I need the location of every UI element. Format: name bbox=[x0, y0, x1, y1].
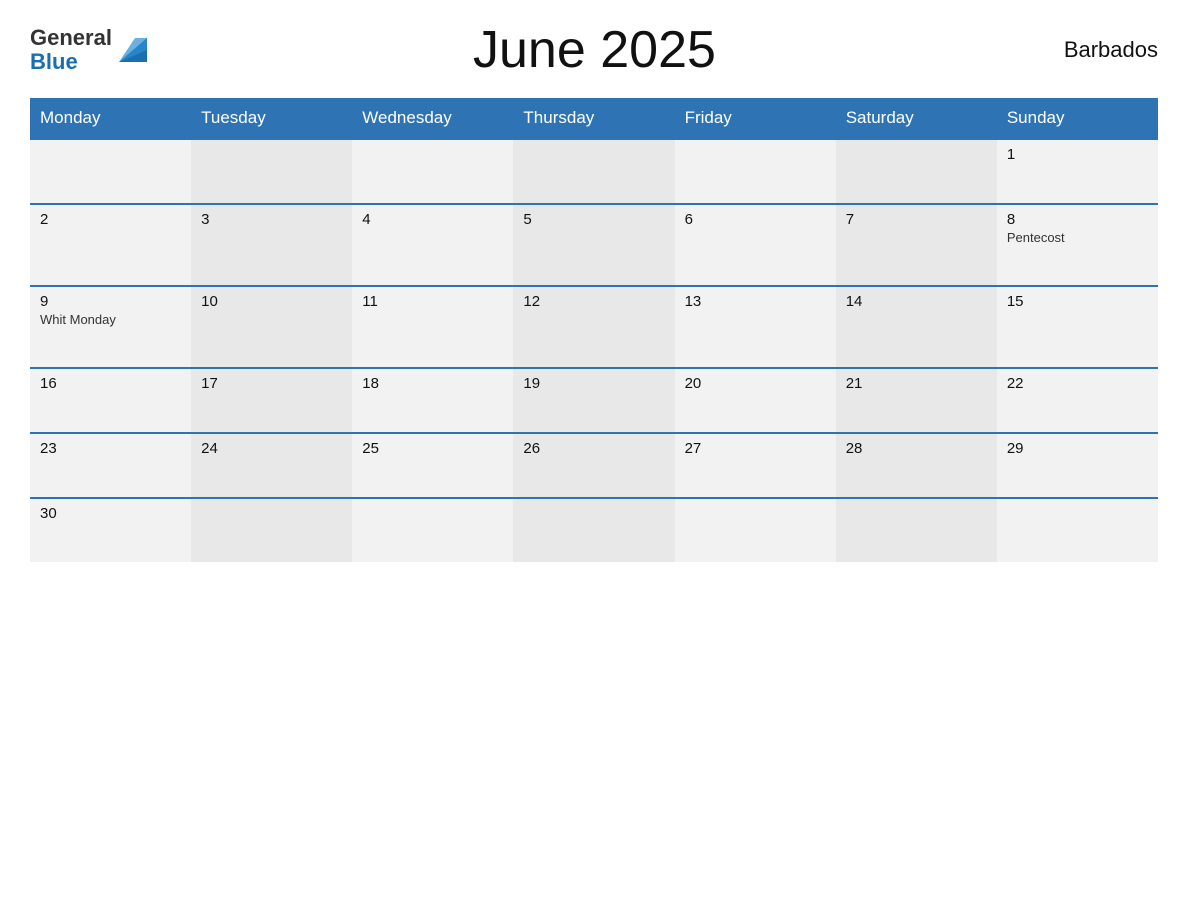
header-saturday: Saturday bbox=[836, 98, 997, 139]
calendar-day-cell: 29 bbox=[997, 433, 1158, 498]
day-number: 19 bbox=[523, 375, 664, 392]
day-number: 4 bbox=[362, 211, 503, 228]
calendar-day-cell: 19 bbox=[513, 368, 674, 433]
weekday-header-row: Monday Tuesday Wednesday Thursday Friday… bbox=[30, 98, 1158, 139]
calendar-day-cell bbox=[675, 139, 836, 204]
calendar-day-cell: 6 bbox=[675, 204, 836, 286]
day-number: 3 bbox=[201, 211, 342, 228]
day-number: 23 bbox=[40, 440, 181, 457]
country-label: Barbados bbox=[1038, 37, 1158, 63]
day-number: 24 bbox=[201, 440, 342, 457]
calendar-day-cell: 27 bbox=[675, 433, 836, 498]
calendar-day-cell: 1 bbox=[997, 139, 1158, 204]
day-number: 27 bbox=[685, 440, 826, 457]
day-number: 6 bbox=[685, 211, 826, 228]
header-wednesday: Wednesday bbox=[352, 98, 513, 139]
day-number: 28 bbox=[846, 440, 987, 457]
calendar-table: Monday Tuesday Wednesday Thursday Friday… bbox=[30, 98, 1158, 562]
day-number: 16 bbox=[40, 375, 181, 392]
calendar-day-cell: 22 bbox=[997, 368, 1158, 433]
calendar-day-cell bbox=[30, 139, 191, 204]
day-number: 18 bbox=[362, 375, 503, 392]
calendar-day-cell bbox=[352, 139, 513, 204]
calendar-day-cell: 8 Pentecost bbox=[997, 204, 1158, 286]
calendar-day-cell: 18 bbox=[352, 368, 513, 433]
day-number: 29 bbox=[1007, 440, 1148, 457]
day-number: 11 bbox=[362, 293, 503, 310]
calendar-day-cell: 25 bbox=[352, 433, 513, 498]
calendar-day-cell: 30 bbox=[30, 498, 191, 562]
calendar-day-cell: 14 bbox=[836, 286, 997, 368]
calendar-day-cell: 21 bbox=[836, 368, 997, 433]
calendar-day-cell: 10 bbox=[191, 286, 352, 368]
calendar-week-row: 9 Whit Monday 10 11 12 13 14 15 bbox=[30, 286, 1158, 368]
day-number: 17 bbox=[201, 375, 342, 392]
day-number: 26 bbox=[523, 440, 664, 457]
day-number: 8 bbox=[1007, 211, 1148, 228]
calendar-day-cell: 23 bbox=[30, 433, 191, 498]
calendar-day-cell: 24 bbox=[191, 433, 352, 498]
day-number: 12 bbox=[523, 293, 664, 310]
logo-general-text: General bbox=[30, 26, 112, 50]
header-sunday: Sunday bbox=[997, 98, 1158, 139]
day-number: 21 bbox=[846, 375, 987, 392]
calendar-day-cell bbox=[836, 498, 997, 562]
day-number: 9 bbox=[40, 293, 181, 310]
calendar-day-cell bbox=[836, 139, 997, 204]
calendar-day-cell bbox=[675, 498, 836, 562]
calendar-day-cell: 17 bbox=[191, 368, 352, 433]
holiday-label: Pentecost bbox=[1007, 230, 1148, 245]
calendar-day-cell: 13 bbox=[675, 286, 836, 368]
calendar-day-cell bbox=[352, 498, 513, 562]
day-number: 20 bbox=[685, 375, 826, 392]
calendar-day-cell: 20 bbox=[675, 368, 836, 433]
calendar-day-cell bbox=[997, 498, 1158, 562]
day-number: 30 bbox=[40, 505, 181, 522]
day-number: 14 bbox=[846, 293, 987, 310]
calendar-day-cell bbox=[513, 139, 674, 204]
logo-triangle-icon bbox=[115, 30, 151, 71]
holiday-label: Whit Monday bbox=[40, 312, 181, 327]
calendar-day-cell bbox=[191, 498, 352, 562]
calendar-week-row: 23 24 25 26 27 28 29 bbox=[30, 433, 1158, 498]
day-number: 22 bbox=[1007, 375, 1148, 392]
calendar-day-cell: 11 bbox=[352, 286, 513, 368]
calendar-day-cell bbox=[513, 498, 674, 562]
logo: General Blue bbox=[30, 26, 151, 74]
calendar-day-cell: 9 Whit Monday bbox=[30, 286, 191, 368]
page-header: General Blue June 2025 Barbados bbox=[30, 20, 1158, 80]
logo-blue-text: Blue bbox=[30, 50, 112, 74]
header-tuesday: Tuesday bbox=[191, 98, 352, 139]
day-number: 5 bbox=[523, 211, 664, 228]
calendar-week-row: 30 bbox=[30, 498, 1158, 562]
day-number: 1 bbox=[1007, 146, 1148, 163]
calendar-day-cell: 3 bbox=[191, 204, 352, 286]
day-number: 2 bbox=[40, 211, 181, 228]
calendar-week-row: 16 17 18 19 20 21 22 bbox=[30, 368, 1158, 433]
calendar-day-cell: 5 bbox=[513, 204, 674, 286]
calendar-week-row: 1 bbox=[30, 139, 1158, 204]
day-number: 15 bbox=[1007, 293, 1148, 310]
calendar-day-cell: 26 bbox=[513, 433, 674, 498]
calendar-day-cell: 28 bbox=[836, 433, 997, 498]
day-number: 25 bbox=[362, 440, 503, 457]
calendar-day-cell: 2 bbox=[30, 204, 191, 286]
header-friday: Friday bbox=[675, 98, 836, 139]
calendar-day-cell: 15 bbox=[997, 286, 1158, 368]
day-number: 10 bbox=[201, 293, 342, 310]
calendar-day-cell: 7 bbox=[836, 204, 997, 286]
header-thursday: Thursday bbox=[513, 98, 674, 139]
calendar-title: June 2025 bbox=[151, 20, 1038, 80]
calendar-day-cell: 16 bbox=[30, 368, 191, 433]
header-monday: Monday bbox=[30, 98, 191, 139]
calendar-day-cell: 12 bbox=[513, 286, 674, 368]
day-number: 13 bbox=[685, 293, 826, 310]
calendar-day-cell: 4 bbox=[352, 204, 513, 286]
day-number: 7 bbox=[846, 211, 987, 228]
logo-text: General Blue bbox=[30, 26, 112, 74]
calendar-day-cell bbox=[191, 139, 352, 204]
calendar-week-row: 2 3 4 5 6 7 8 Pentecost bbox=[30, 204, 1158, 286]
